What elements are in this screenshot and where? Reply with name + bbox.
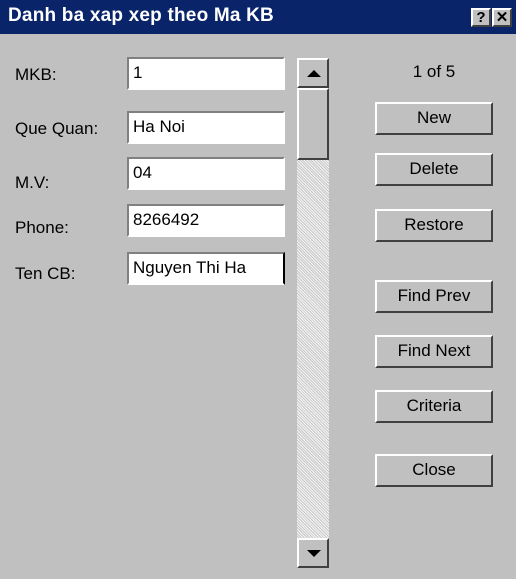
close-button[interactable]: Close bbox=[375, 454, 493, 487]
delete-button[interactable]: Delete bbox=[375, 153, 493, 186]
find-prev-button[interactable]: Find Prev bbox=[375, 280, 493, 313]
arrow-down-icon bbox=[307, 550, 321, 557]
restore-button[interactable]: Restore bbox=[375, 209, 493, 242]
find-next-button[interactable]: Find Next bbox=[375, 335, 493, 368]
scroll-up-button[interactable] bbox=[297, 58, 329, 88]
que-quan-label: Que Quan: bbox=[15, 119, 99, 138]
mv-label: M.V: bbox=[15, 173, 50, 192]
scroll-thumb[interactable] bbox=[297, 88, 329, 160]
help-button[interactable]: ? bbox=[471, 8, 491, 27]
mkb-field[interactable]: 1 bbox=[127, 57, 285, 90]
title-bar: Danh ba xap xep theo Ma KB ? ✕ bbox=[0, 0, 516, 34]
mv-field[interactable]: 04 bbox=[127, 157, 285, 190]
close-window-button[interactable]: ✕ bbox=[492, 8, 512, 27]
new-button[interactable]: New bbox=[375, 102, 493, 135]
criteria-button[interactable]: Criteria bbox=[375, 390, 493, 423]
window-title: Danh ba xap xep theo Ma KB bbox=[8, 5, 274, 26]
arrow-up-icon bbox=[307, 70, 321, 77]
record-counter: 1 of 5 bbox=[412, 62, 456, 81]
mkb-label: MKB: bbox=[15, 65, 57, 84]
que-quan-field[interactable]: Ha Noi bbox=[127, 111, 285, 144]
phone-label: Phone: bbox=[15, 218, 69, 237]
ten-cb-label: Ten CB: bbox=[15, 264, 76, 283]
record-scrollbar[interactable] bbox=[297, 58, 329, 568]
scroll-down-button[interactable] bbox=[297, 538, 329, 568]
ten-cb-field[interactable]: Nguyen Thi Ha bbox=[127, 252, 285, 285]
phone-field[interactable]: 8266492 bbox=[127, 204, 285, 237]
data-form-dialog: Danh ba xap xep theo Ma KB ? ✕ MKB: 1 Qu… bbox=[0, 0, 516, 579]
